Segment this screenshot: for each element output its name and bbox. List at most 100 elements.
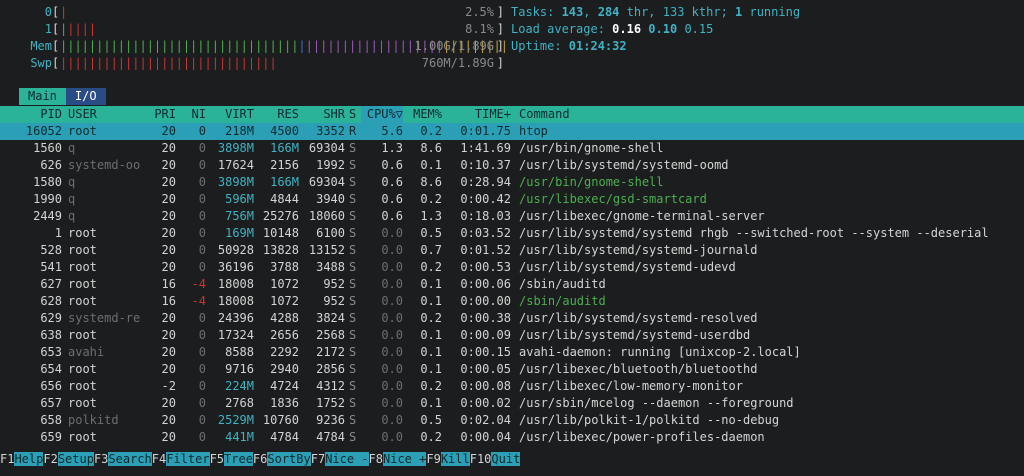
fkey-label: Setup xyxy=(57,452,94,466)
cell-pri: 20 xyxy=(161,311,176,325)
tasks-info: Tasks: 143, 284 thr, 133 kthr; 1 running xyxy=(511,5,801,19)
cell-time: 0:00.05 xyxy=(460,362,511,376)
cell-s: S xyxy=(349,158,357,172)
table-row[interactable]: 528 root 20 0 50928 13828 13152 S 0.0 0.7 0:01.52 /… xyxy=(0,242,1024,259)
table-row[interactable]: 657 root 20 0 2768 1836 1752 S 0.0 0.1 0:00.02/usr… xyxy=(0,395,1024,412)
col-shr[interactable]: SHR xyxy=(299,106,345,123)
cell-time: 0:00.02 xyxy=(460,396,511,410)
col-virt[interactable]: VIRT xyxy=(206,106,254,123)
cell-s: S xyxy=(349,192,357,206)
fkey-f1[interactable]: F1Help xyxy=(0,451,44,468)
table-row[interactable]: 1990 q 20 0 596M 4844 3940 S 0.6 0.2 0:00.42/usr/l… xyxy=(0,191,1024,208)
fkey-f3[interactable]: F3Search xyxy=(94,451,152,468)
cell-user: root xyxy=(68,362,97,376)
fkey-f8[interactable]: F8Nice + xyxy=(369,451,427,468)
cell-mem: 0.5 xyxy=(420,226,442,240)
table-row[interactable]: 626 systemd-oo 20 0 17624 2156 1992 S 0.6 0.1 0:10… xyxy=(0,157,1024,174)
meter-bracket-open: [ xyxy=(52,56,60,70)
col-mem[interactable]: MEM% xyxy=(403,106,442,123)
meter-bar-segment: | xyxy=(298,39,306,53)
fkey-key: F9 xyxy=(426,452,441,466)
meter-bracket-open: [ xyxy=(52,5,60,19)
cell-virt: 36196 xyxy=(217,260,254,274)
cell-pri: 20 xyxy=(161,209,176,223)
col-pri[interactable]: PRI xyxy=(146,106,176,123)
cell-mem: 0.1 xyxy=(420,362,442,376)
cell-shr: 3352 xyxy=(316,124,345,138)
cell-shr: 4784 xyxy=(316,430,345,444)
meter-bracket-close: ] xyxy=(496,5,504,19)
fkey-f6[interactable]: F6SortBy xyxy=(253,451,311,468)
table-row[interactable]: 654 root 20 0 9716 2940 2856 S 0.0 0.1 0:00.05/usr… xyxy=(0,361,1024,378)
cell-pri: 20 xyxy=(161,158,176,172)
table-row[interactable]: 656 root -2 0 224M 4724 4312 S 0.0 0.2 0:00.08/usr… xyxy=(0,378,1024,395)
load-1: 0.16 xyxy=(612,22,642,36)
cell-s: S xyxy=(349,345,357,359)
cell-mem: 0.5 xyxy=(420,413,442,427)
col-state[interactable]: S xyxy=(349,106,359,123)
cell-user: root xyxy=(68,294,97,308)
cell-shr: 9236 xyxy=(316,413,345,427)
table-row[interactable]: 659 root 20 0 441M 4784 4784 S 0.0 0.2 0:00.04/usr… xyxy=(0,429,1024,446)
cell-virt: 18008 xyxy=(217,277,254,291)
meter-bracket-open: [ xyxy=(52,39,60,53)
cell-user: root xyxy=(68,124,97,138)
col-ni[interactable]: NI xyxy=(176,106,206,123)
cell-time: 0:00.08 xyxy=(460,379,511,393)
fkey-label: Search xyxy=(108,452,152,466)
table-row[interactable]: 1580 q 20 0 3898M 166M 69304 S 0.6 8.6 0:28.94/usr… xyxy=(0,174,1024,191)
cell-ni: 0 xyxy=(198,430,206,444)
table-row[interactable]: 541 root 20 0 36196 3788 3488 S 0.0 0.2 0:00.53/us… xyxy=(0,259,1024,276)
fkey-label: Tree xyxy=(224,452,253,466)
cell-time: 1:41.69 xyxy=(460,141,511,155)
table-row[interactable]: 638 root 20 0 17324 2656 2568 S 0.0 0.1 0:00.09/us… xyxy=(0,327,1024,344)
cell-cpu: 0.0 xyxy=(381,328,403,342)
meter-value: 2.5% xyxy=(465,5,494,19)
table-row[interactable]: 653 avahi 20 0 8588 2292 2172 S 0.0 0.1 0:00.15 ava… xyxy=(0,344,1024,361)
meter-2: Mem[||||||||||||||||||||||||||||||||||||… xyxy=(0,38,508,55)
cell-pri: 20 xyxy=(161,345,176,359)
col-res[interactable]: RES xyxy=(254,106,299,123)
cell-time: 0:00.38 xyxy=(460,311,511,325)
table-row[interactable]: 629 systemd-re 20 0 24396 4288 3824 S 0.0 0.2 0:00… xyxy=(0,310,1024,327)
cell-mem: 8.6 xyxy=(420,141,442,155)
fkey-f2[interactable]: F2Setup xyxy=(43,451,94,468)
cell-cmd: /usr/lib/systemd/systemd-udevd xyxy=(519,260,736,274)
col-pid[interactable]: PID xyxy=(0,106,62,123)
col-cpu[interactable]: CPU%▽ xyxy=(361,106,403,123)
fkey-f4[interactable]: F4Filter xyxy=(152,451,210,468)
cell-user: systemd-oo xyxy=(68,158,141,172)
cell-shr: 2172 xyxy=(316,345,345,359)
table-row[interactable]: 1 root 20 0 169M 10148 6100 S 0.0 0.5 0:03.52/usr/… xyxy=(0,225,1024,242)
cell-virt: 756M xyxy=(225,209,254,223)
col-command[interactable]: Command xyxy=(519,106,1024,123)
table-row-selected[interactable]: 16052 root 20 0 218M 4500 3352 R 5.6 0.2 0:01.75 ht… xyxy=(0,123,1024,140)
col-user[interactable]: USER xyxy=(68,106,146,123)
tab-main[interactable]: Main xyxy=(19,88,66,105)
col-time[interactable]: TIME+ xyxy=(444,106,511,123)
fkey-f7[interactable]: F7Nice - xyxy=(311,451,369,468)
cell-ni: -4 xyxy=(191,277,206,291)
cell-res: 25276 xyxy=(262,209,299,223)
cell-user: systemd-re xyxy=(68,311,141,325)
load-5: 0.10 xyxy=(648,22,678,36)
table-row[interactable]: 658 polkitd 20 0 2529M 10760 9236 S 0.0 0.5 0:02.0… xyxy=(0,412,1024,429)
fkey-key: F6 xyxy=(252,452,268,466)
table-row[interactable]: 2449 q 20 0 756M 25276 18060 S 0.6 1.3 0:18.03/usr… xyxy=(0,208,1024,225)
cell-ni: 0 xyxy=(198,260,206,274)
table-row[interactable]: 628 root 16 -4 18008 1072 952 S 0.0 0.1 0:00.00/sb… xyxy=(0,293,1024,310)
fkey-f9[interactable]: F9Kill xyxy=(426,451,470,468)
cell-virt: 2529M xyxy=(217,413,254,427)
cell-cmd: /usr/bin/gnome-shell xyxy=(519,141,664,155)
meter-label: Swp xyxy=(30,56,52,70)
cell-user: q xyxy=(68,175,76,189)
fkey-f5[interactable]: F5Tree xyxy=(210,451,253,468)
fkey-f10[interactable]: F10Quit xyxy=(470,451,521,468)
table-row[interactable]: 1560 q 20 0 3898M 166M 69304 S 1.3 8.6 1:41.69/usr… xyxy=(0,140,1024,157)
table-row[interactable]: 627 root 16 -4 18008 1072 952 S 0.0 0.1 0:00.06/sb… xyxy=(0,276,1024,293)
cell-time: 0:01.52 xyxy=(460,243,511,257)
cell-cmd: /usr/lib/systemd/systemd-userdbd xyxy=(519,328,751,342)
cell-user: root xyxy=(68,379,97,393)
tab-io[interactable]: I/O xyxy=(65,88,106,105)
cell-ni: 0 xyxy=(198,192,206,206)
